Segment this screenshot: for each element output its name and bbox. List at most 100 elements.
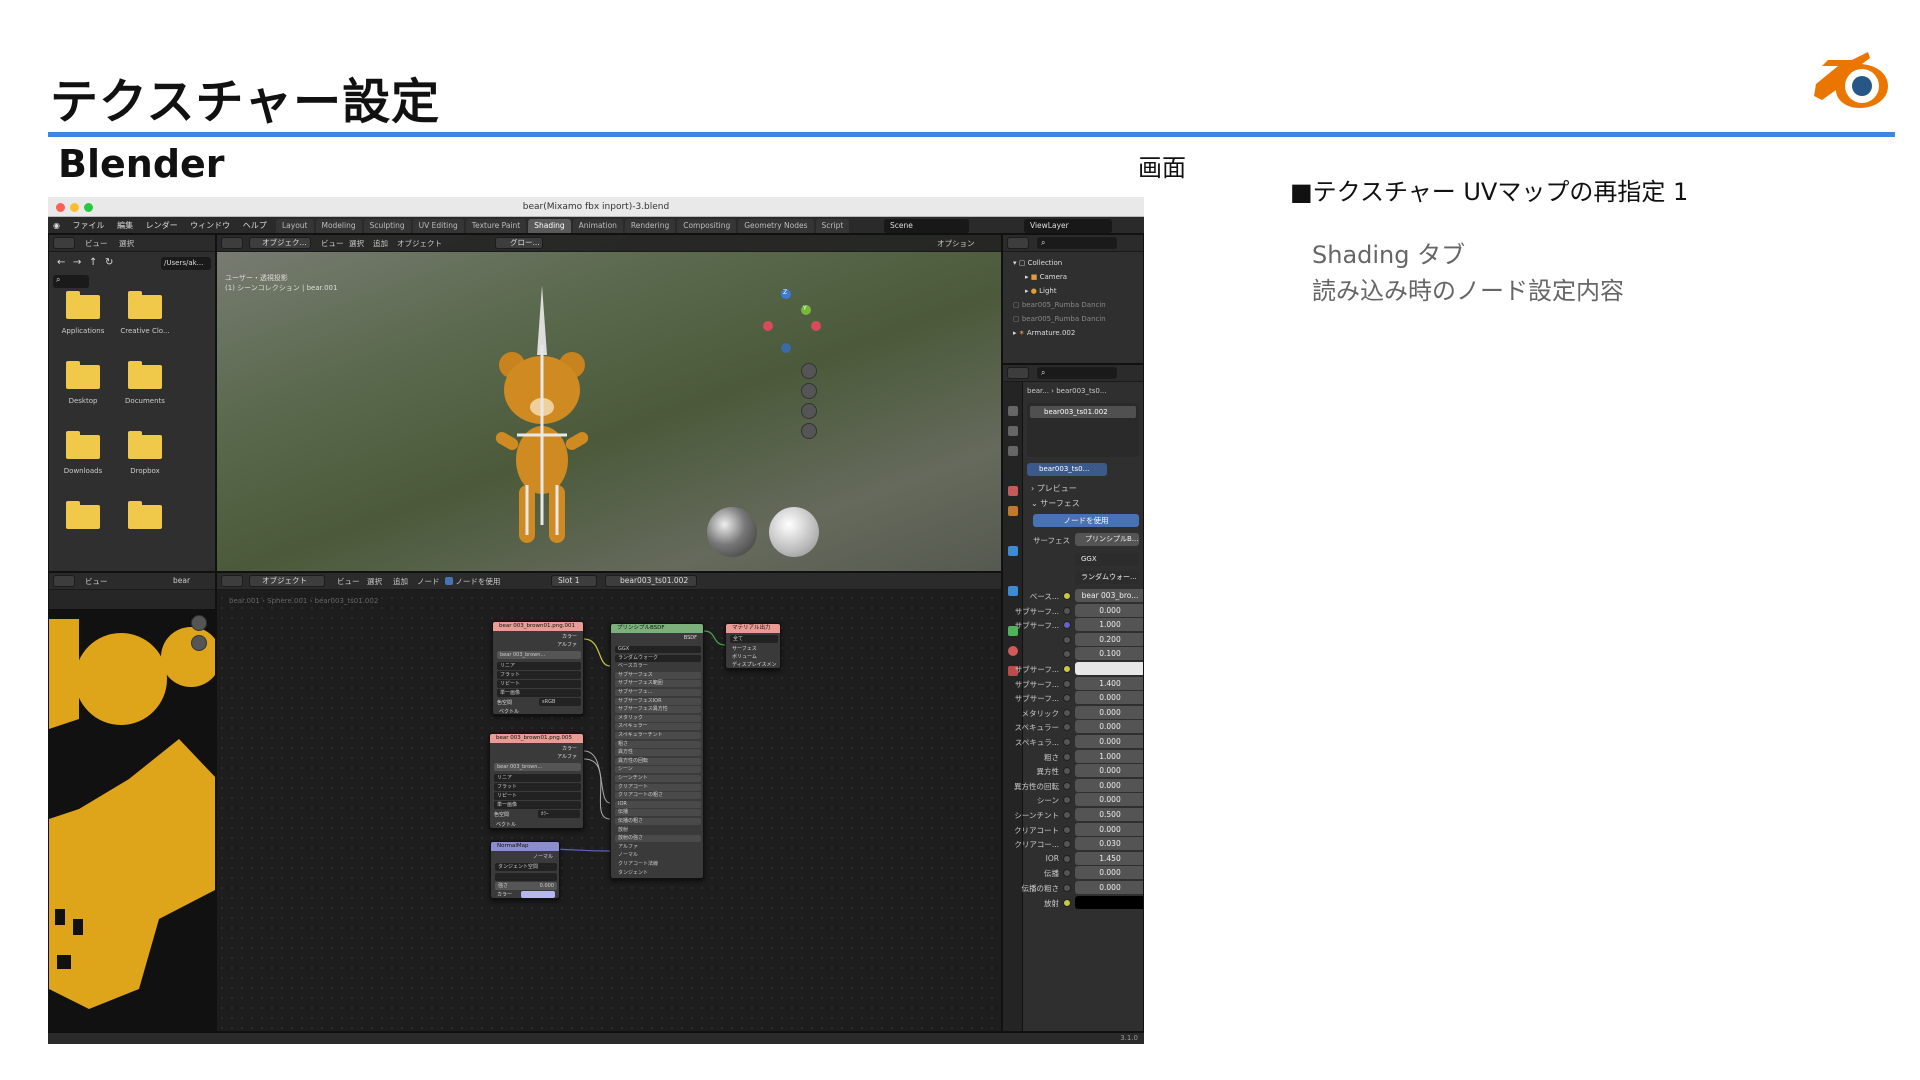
editor-type-icon[interactable] xyxy=(1007,237,1029,249)
transform-orientation[interactable]: グロー... xyxy=(495,237,543,249)
vp-menu-view[interactable]: ビュー xyxy=(321,238,344,249)
property-value-field[interactable]: 1.000 xyxy=(1075,618,1143,632)
outliner-row[interactable]: ▾ ▢ Collection xyxy=(1013,257,1062,270)
bsdf-input-row[interactable]: 伝播の粗さ xyxy=(615,818,701,825)
outliner-row[interactable]: ▢ bear005_Rumba Dancin xyxy=(1013,313,1106,326)
normal-color-swatch[interactable] xyxy=(521,891,555,898)
gizmo-x-icon[interactable] xyxy=(763,321,773,331)
bsdf-input-row[interactable]: IOR xyxy=(615,800,701,808)
outliner-search-icon[interactable]: ⌕ xyxy=(1037,237,1117,249)
bsdf-input-row[interactable]: 異方性 xyxy=(615,749,701,757)
output-tab-icon[interactable] xyxy=(1008,446,1018,456)
socket-link-icon[interactable] xyxy=(1063,840,1071,849)
bsdf-input-row[interactable]: スペキュラー xyxy=(615,723,701,731)
bsdf-input-row[interactable]: サブサーフェスIOR xyxy=(615,697,701,705)
bsdf-input-row[interactable]: サブサーフェス範囲 xyxy=(615,680,701,688)
3d-viewport[interactable]: オブジェク... ビュー 選択 追加 オブジェクト グロー... オプション ユ… xyxy=(216,234,1002,572)
tab-scripting[interactable]: Script xyxy=(815,219,850,233)
bsdf-input-row[interactable]: メタリック xyxy=(615,714,701,722)
socket-link-icon[interactable] xyxy=(1063,606,1071,615)
world-tab-icon[interactable] xyxy=(1008,506,1018,516)
socket-link-icon[interactable] xyxy=(1063,665,1071,673)
property-value-field[interactable]: 0.000 xyxy=(1075,705,1143,719)
ortho-grid-icon[interactable] xyxy=(801,423,817,439)
bear-model-icon[interactable] xyxy=(487,285,597,565)
fb-menu-select[interactable]: 選択 xyxy=(119,238,134,249)
bsdf-input-row[interactable]: クリアコート xyxy=(615,783,701,791)
property-value-field[interactable]: 0.500 xyxy=(1075,808,1143,821)
minimize-window-icon[interactable] xyxy=(70,203,79,212)
socket-link-icon[interactable] xyxy=(1063,708,1071,717)
tab-texture-paint[interactable]: Texture Paint xyxy=(465,219,527,233)
bsdf-input-row[interactable]: クリアコート法線 xyxy=(615,861,701,868)
pan-hand-icon[interactable] xyxy=(801,383,817,399)
folder-item[interactable]: Creative Clo... xyxy=(117,291,173,335)
bsdf-input-row[interactable]: ノーマル xyxy=(615,852,701,859)
ne-menu-view[interactable]: ビュー xyxy=(337,576,360,587)
property-value-field[interactable]: 1.000 xyxy=(1075,749,1143,763)
editor-type-icon[interactable] xyxy=(53,237,75,249)
surface-panel[interactable]: ⌄ サーフェス xyxy=(1031,498,1080,509)
tab-modeling[interactable]: Modeling xyxy=(315,219,362,233)
subsurface-method-dropdown[interactable]: ランダムウォー... xyxy=(1075,571,1139,584)
socket-link-icon[interactable] xyxy=(1063,869,1071,878)
uv-pan-hand-icon[interactable] xyxy=(191,635,207,651)
socket-link-icon[interactable] xyxy=(1063,767,1071,776)
socket-link-icon[interactable] xyxy=(1063,679,1071,688)
folder-item[interactable]: Applications xyxy=(55,291,111,335)
uv-menu-view[interactable]: ビュー xyxy=(85,576,108,587)
folder-item[interactable] xyxy=(55,501,111,537)
uv-image-editor[interactable]: ビュー bear xyxy=(48,572,216,1032)
menu-file[interactable]: ファイル xyxy=(68,217,110,234)
socket-link-icon[interactable] xyxy=(1063,723,1071,732)
bsdf-input-row[interactable]: ベースカラー xyxy=(615,663,701,670)
socket-link-icon[interactable] xyxy=(1063,825,1071,834)
refresh-icon[interactable]: ↻ xyxy=(105,257,113,268)
editor-type-icon[interactable] xyxy=(1007,367,1029,379)
socket-link-icon[interactable] xyxy=(1063,635,1071,644)
tab-uv-editing[interactable]: UV Editing xyxy=(412,219,464,233)
mode-selector[interactable]: オブジェク... xyxy=(249,237,311,249)
outliner-row[interactable]: ▸ ● Light xyxy=(1025,285,1057,298)
material-selector[interactable]: bear003_ts0... xyxy=(1027,463,1107,476)
socket-link-icon[interactable] xyxy=(1063,898,1071,907)
parent-dir-icon[interactable]: ↑ xyxy=(89,257,97,268)
shader-node-editor[interactable]: オブジェクト ビュー 選択 追加 ノード ノードを使用 Slot 1 bear0… xyxy=(216,572,1002,1032)
tab-compositing[interactable]: Compositing xyxy=(677,219,737,233)
property-value-field[interactable]: 0.000 xyxy=(1075,735,1143,748)
property-value-field[interactable] xyxy=(1075,662,1143,675)
material-output-node[interactable]: マテリアル出力 全て サーフェス ボリューム ディスプレイスメント xyxy=(725,623,781,669)
tab-animation[interactable]: Animation xyxy=(572,219,623,233)
blender-menu-icon[interactable]: ◉ xyxy=(48,217,65,234)
fb-search-icon[interactable]: ⌕ xyxy=(53,275,89,288)
ne-menu-add[interactable]: 追加 xyxy=(393,576,408,587)
folder-item[interactable] xyxy=(117,501,173,537)
folder-item[interactable]: Downloads xyxy=(55,431,111,475)
image-texture-node-1[interactable]: bear 003_brown01.png.001 カラー アルファ bear 0… xyxy=(492,621,584,715)
menu-edit[interactable]: 編集 xyxy=(112,217,138,234)
socket-link-icon[interactable] xyxy=(1063,650,1071,659)
bsdf-input-row[interactable]: シーン xyxy=(615,766,701,774)
bsdf-input-row[interactable]: アルファ xyxy=(615,844,701,851)
socket-link-icon[interactable] xyxy=(1063,752,1071,761)
node-mode-selector[interactable]: オブジェクト xyxy=(249,575,325,587)
outliner-row[interactable]: ▸ ■ Camera xyxy=(1025,271,1067,284)
outliner-row[interactable]: ▸ ✶ Armature.002 xyxy=(1013,327,1075,340)
socket-link-icon[interactable] xyxy=(1063,811,1071,819)
view-layer-selector[interactable]: ViewLayer xyxy=(1024,219,1112,233)
property-value-field[interactable]: 0.000 xyxy=(1075,720,1143,734)
menu-window[interactable]: ウィンドウ xyxy=(185,217,235,234)
render-tab-icon[interactable] xyxy=(1008,426,1018,436)
vp-menu-add[interactable]: 追加 xyxy=(373,238,388,249)
material-slot[interactable]: bear003_ts01.002 xyxy=(1030,406,1136,418)
camera-view-icon[interactable] xyxy=(801,403,817,419)
property-value-field[interactable]: bear 003_bro... xyxy=(1075,589,1143,602)
folder-item[interactable]: Dropbox xyxy=(117,431,173,475)
socket-link-icon[interactable] xyxy=(1063,592,1071,600)
bsdf-input-row[interactable]: サブサーフェス xyxy=(615,671,701,679)
node-material-selector[interactable]: bear003_ts01.002 xyxy=(605,575,697,587)
property-value-field[interactable]: 0.000 xyxy=(1075,822,1143,836)
property-value-field[interactable]: 0.000 xyxy=(1075,793,1143,807)
editor-type-icon[interactable] xyxy=(221,237,243,249)
socket-link-icon[interactable] xyxy=(1063,694,1071,703)
